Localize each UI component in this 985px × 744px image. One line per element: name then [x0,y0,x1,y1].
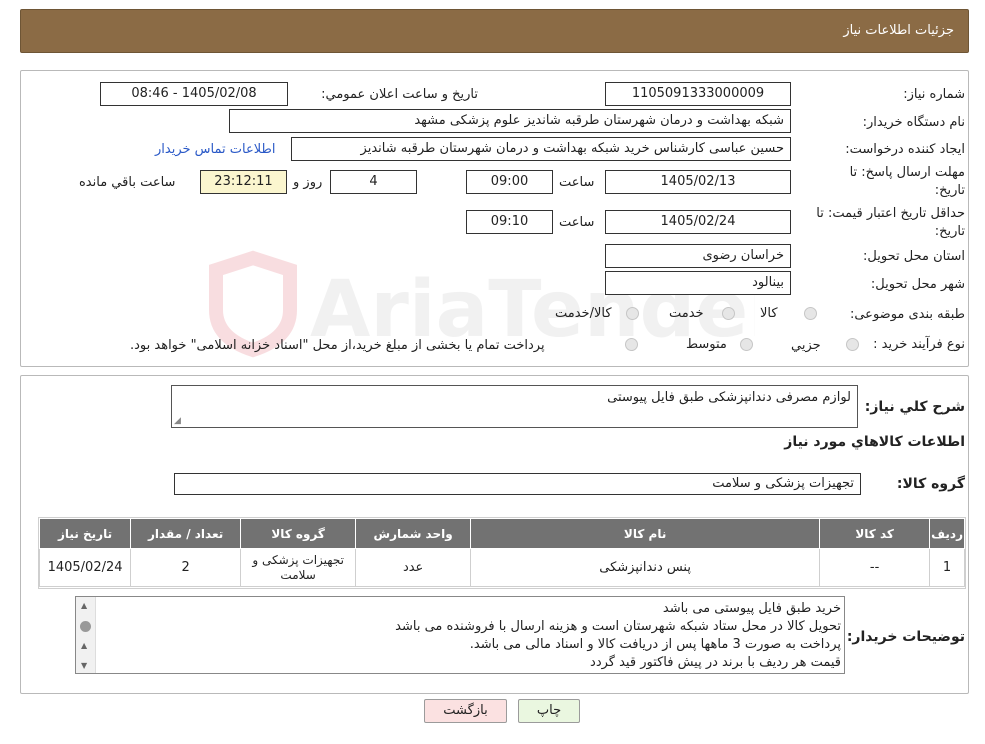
table-row: 1 -- پنس دندانپزشکی عدد تجهیزات پزشکی و … [38,548,965,587]
col-code: کد کالا [819,518,931,549]
table-header-row: رديف کد کالا نام کالا واحد شمارش گروه کا… [38,518,965,549]
province-label: استان محل تحويل: [863,249,965,264]
notes-line: پرداخت به صورت 3 ماهها پس از دریافت کالا… [469,637,841,652]
cell-code: -- [819,548,931,587]
deadline-time-field: 09:00 [466,170,553,194]
col-row: رديف [929,518,965,549]
remaining-word: ساعت باقي مانده [79,175,176,190]
validity-label-date: تاريخ: [934,224,965,239]
description-field: لوازم مصرفی دندانپزشکی طبق فایل پیوستی ◢ [171,385,858,428]
category-goods-service-label: کالا/خدمت [555,306,612,321]
notes-label: توضيحات خريدار: [846,629,965,645]
scroll-middle-icon: ▲ [81,641,88,650]
buyer-label: نام دستگاه خريدار: [862,115,965,130]
category-label: طبقه بندی موضوعی: [849,307,965,322]
col-quantity: تعداد / مقدار [130,518,242,549]
deadline-time-word: ساعت [559,175,595,190]
description-text: لوازم مصرفی دندانپزشکی طبق فایل پیوستی [607,390,851,405]
process-partial-radio[interactable] [846,338,859,351]
description-label: شرح کلي نياز: [864,399,965,415]
col-date: تاريخ نياز [38,518,132,549]
print-button[interactable]: چاپ [518,699,580,723]
page-header: جزئیات اطلاعات نیاز [20,9,969,53]
process-medium-label: متوسط [686,337,727,352]
notes-line: خرید طبق فایل پیوستی می باشد [662,601,841,616]
deadline-date-field: 1405/02/13 [605,170,791,194]
days-word: روز و [293,175,323,190]
creator-field: حسین عباسی کارشناس خرید شبکه بهداشت و در… [291,137,791,161]
validity-time-word: ساعت [559,215,595,230]
col-group: گروه کالا [240,518,357,549]
scroll-thumb[interactable] [80,621,91,632]
col-unit: واحد شمارش [355,518,472,549]
deadline-label: مهلت ارسال پاسخ: تا [849,165,965,180]
back-button[interactable]: بازگشت [424,699,507,723]
days-remaining-field: 4 [330,170,417,194]
category-service-label: خدمت [669,306,704,321]
announce-datetime-field: 1405/02/08 - 08:46 [100,82,288,106]
category-service-radio[interactable] [722,307,735,320]
notes-scrollbar[interactable]: ▲ ▲ ▼ [76,597,96,673]
cell-quantity: 2 [130,548,242,587]
notes-field: ▲ ▲ ▼ خرید طبق فایل پیوستی می باشد تحویل… [75,596,845,674]
items-table-wrapper: رديف کد کالا نام کالا واحد شمارش گروه کا… [38,517,966,589]
category-goods-service-radio[interactable] [626,307,639,320]
category-goods-label: کالا [760,306,778,321]
cell-date: 1405/02/24 [38,548,132,587]
notes-line: قیمت هر ردیف با برند در پیش فاکتور قید گ… [590,655,841,670]
goods-info-title: اطلاعات کالاهاي مورد نياز [784,434,965,450]
cell-row: 1 [929,548,965,587]
category-goods-radio[interactable] [804,307,817,320]
need-number-label: شماره نیاز: [903,87,965,102]
process-partial-label: جزيي [791,338,821,353]
validity-label: حداقل تاريخ اعتبار قيمت: تا [816,206,965,221]
remaining-time-field: 23:12:11 [200,170,287,194]
process-medium-radio[interactable] [740,338,753,351]
resize-grip-icon[interactable]: ◢ [174,416,181,426]
goods-group-field: تجهیزات پزشکی و سلامت [174,473,861,495]
city-field: بینالود [605,271,791,295]
creator-label: ايجاد کننده درخواست: [845,142,965,157]
province-field: خراسان رضوی [605,244,791,268]
scroll-up-icon[interactable]: ▲ [81,601,87,610]
cell-group: تجهیزات پزشکی و سلامت [240,548,357,587]
process-treasury-checkbox[interactable] [625,338,638,351]
notes-text: خرید طبق فایل پیوستی می باشد تحویل کالا … [395,600,841,672]
deadline-label-date: تاريخ: [934,183,965,198]
scroll-down-icon[interactable]: ▼ [81,661,87,670]
page-title: جزئیات اطلاعات نیاز [843,23,954,38]
cell-unit: عدد [355,548,472,587]
validity-date-field: 1405/02/24 [605,210,791,234]
city-label: شهر محل تحويل: [870,277,965,292]
need-number-field: 1105091333000009 [605,82,791,106]
process-note: پرداخت تمام يا بخشی از مبلغ خريد،از محل … [130,338,545,353]
validity-time-field: 09:10 [466,210,553,234]
items-table: رديف کد کالا نام کالا واحد شمارش گروه کا… [38,518,965,587]
buyer-field: شبکه بهداشت و درمان شهرستان طرقبه شاندیز… [229,109,791,133]
announce-label: تاريخ و ساعت اعلان عمومي: [321,87,478,102]
goods-group-label: گروه کالا: [896,476,965,492]
process-label: نوع فرآيند خريد : [873,337,965,352]
buyer-contact-link[interactable]: اطلاعات تماس خريدار [155,142,275,157]
col-name: نام کالا [470,518,821,549]
notes-line: تحویل کالا در محل ستاد شبکه شهرستان است … [395,619,841,634]
cell-name: پنس دندانپزشکی [470,548,821,587]
